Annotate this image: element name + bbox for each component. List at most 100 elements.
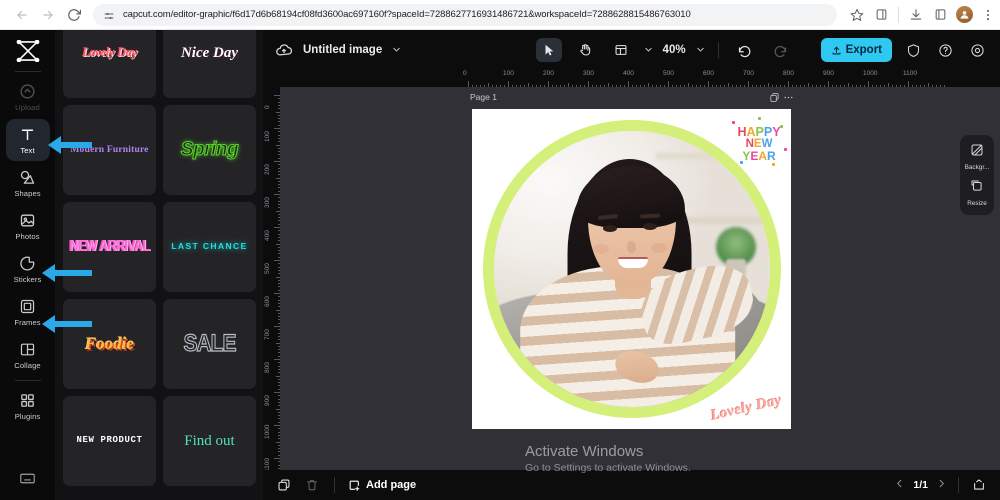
duplicate-icon[interactable] (275, 476, 293, 494)
zoom-chevron-down-icon[interactable] (696, 45, 705, 56)
chevron-left-icon[interactable] (894, 478, 905, 492)
editor-area: Untitled image 40% Export 0 100 200 300 … (263, 30, 1000, 500)
template-grid: Lovely Day Nice Day Modern Furniture Spr… (63, 30, 256, 486)
sticker-line-1: HAPPY (737, 125, 781, 139)
hand-pan-icon[interactable] (572, 38, 598, 62)
eyebrow-right (639, 213, 660, 219)
shield-icon[interactable] (902, 39, 924, 61)
layout-icon[interactable] (608, 38, 634, 62)
template-label: SALE (183, 330, 237, 358)
template-card[interactable]: SALE (163, 299, 256, 389)
browser-toolbar: capcut.com/editor-graphic/f6d17d6b68194c… (0, 0, 1000, 30)
template-card[interactable]: LAST CHANCE (163, 202, 256, 292)
zoom-level[interactable]: 40% (663, 44, 686, 56)
settings-gear-icon[interactable] (966, 39, 988, 61)
canvas-stage[interactable]: Page 1 HAPPY NEW YEAR Lovely Day Backgr.… (280, 87, 1000, 470)
template-label: Find out (184, 432, 235, 449)
template-card[interactable]: Find out (163, 396, 256, 486)
sidebar-item-plugins[interactable]: Plugins (6, 385, 50, 427)
duplicate-page-icon[interactable] (767, 90, 781, 104)
address-bar[interactable]: capcut.com/editor-graphic/f6d17d6b68194c… (93, 3, 837, 26)
sidebar-item-upload[interactable]: Upload (6, 76, 50, 118)
template-label: Lovely Day (82, 45, 137, 60)
more-options-icon[interactable] (781, 90, 795, 104)
background-button[interactable]: Backgr... (962, 141, 992, 173)
extensions-icon[interactable] (928, 2, 952, 28)
sidebar-item-shapes[interactable]: Shapes (6, 162, 50, 204)
help-circle-icon[interactable] (934, 39, 956, 61)
photos-icon (19, 212, 37, 230)
ruler-tick-label: 200 (543, 70, 554, 77)
resize-label: Resize (967, 200, 987, 207)
ruler-tick-label: 800 (264, 362, 271, 373)
add-page-button[interactable]: Add page (348, 479, 416, 492)
ruler-tick-label: 1000 (863, 70, 878, 77)
sidebar-item-text[interactable]: Text (5, 119, 50, 161)
document-title[interactable]: Untitled image (303, 44, 382, 56)
chevron-right-icon[interactable] (936, 478, 947, 492)
annotation-arrow-frames (42, 315, 92, 333)
template-label: NEW PRODUCT (76, 435, 143, 446)
ruler-tick-label: 700 (264, 329, 271, 340)
forward-arrow-icon[interactable] (35, 2, 61, 28)
sidebar-item-photos[interactable]: Photos (6, 205, 50, 247)
reload-icon[interactable] (61, 2, 87, 28)
keyboard-icon[interactable] (19, 470, 36, 492)
eye-left (602, 224, 617, 232)
address-bar-url: capcut.com/editor-graphic/f6d17d6b68194c… (123, 9, 691, 20)
undo-icon[interactable] (732, 38, 758, 62)
screen-root: capcut.com/editor-graphic/f6d17d6b68194c… (0, 0, 1000, 500)
template-card[interactable]: Nice Day (163, 30, 256, 98)
sidebar-item-label: Collage (14, 360, 41, 370)
back-arrow-icon[interactable] (9, 2, 35, 28)
side-panel-icon[interactable] (869, 2, 893, 28)
background-icon (970, 143, 984, 162)
ruler-tick-label: 1100 (903, 70, 917, 77)
capcut-logo-icon[interactable] (13, 38, 43, 64)
annotation-arrow-text (48, 136, 92, 154)
ruler-tick-label: 100 (503, 70, 514, 77)
ruler-tick-label: 0 (463, 70, 467, 77)
page-indicator: 1/1 (913, 479, 928, 491)
cloud-save-icon[interactable] (275, 41, 293, 59)
sidebar-item-collage[interactable]: Collage (6, 334, 50, 376)
ruler-tick-label: 500 (264, 263, 271, 274)
template-card[interactable]: NEW PRODUCT (63, 396, 156, 486)
rail-divider-top (14, 71, 41, 72)
resize-button[interactable]: Resize (962, 177, 992, 209)
horizontal-ruler[interactable]: 0 100 200 300 400 500 600 700 800 900 1000 1100 (263, 70, 1000, 87)
sidebar-item-label: Frames (14, 317, 41, 327)
chevron-down-icon[interactable] (392, 45, 401, 56)
cursor-select-icon[interactable] (535, 38, 562, 62)
sidebar-item-label: Upload (15, 102, 40, 112)
ruler-tick-label: 800 (783, 70, 794, 77)
ruler-tick-label: 1000 (264, 424, 271, 439)
design-canvas[interactable]: HAPPY NEW YEAR Lovely Day (472, 109, 791, 429)
profile-avatar-icon[interactable] (952, 2, 976, 28)
template-card[interactable]: Lovely Day (63, 30, 156, 98)
sidebar-item-label: Stickers (13, 274, 42, 284)
template-label: Foodie (84, 333, 135, 353)
site-settings-icon[interactable] (103, 9, 115, 21)
template-card[interactable]: Spring (163, 105, 256, 195)
resize-icon (970, 179, 984, 198)
export-label: Export (845, 44, 882, 56)
ruler-tick-label: 600 (264, 296, 271, 307)
trash-icon[interactable] (303, 476, 321, 494)
download-icon[interactable] (904, 2, 928, 28)
ruler-tick-label: 300 (264, 197, 271, 208)
add-page-label: Add page (366, 479, 417, 491)
sidebar-item-label: Plugins (14, 411, 41, 421)
redo-icon[interactable] (768, 38, 794, 62)
template-label: LAST CHANCE (171, 241, 248, 252)
happy-new-year-sticker[interactable]: HAPPY NEW YEAR (728, 115, 790, 173)
present-icon[interactable] (970, 476, 988, 494)
vertical-ruler[interactable]: 0 100 200 300 400 500 600 700 800 900 1000 1100 (263, 70, 280, 470)
export-button[interactable]: Export (820, 38, 892, 62)
bottom-divider (958, 477, 959, 493)
three-dot-menu-icon[interactable] (976, 2, 1000, 28)
layout-chevron-down-icon[interactable] (644, 45, 653, 56)
star-icon[interactable] (845, 2, 869, 28)
template-card[interactable]: Foodie (63, 299, 156, 389)
plugins-icon (19, 392, 37, 410)
